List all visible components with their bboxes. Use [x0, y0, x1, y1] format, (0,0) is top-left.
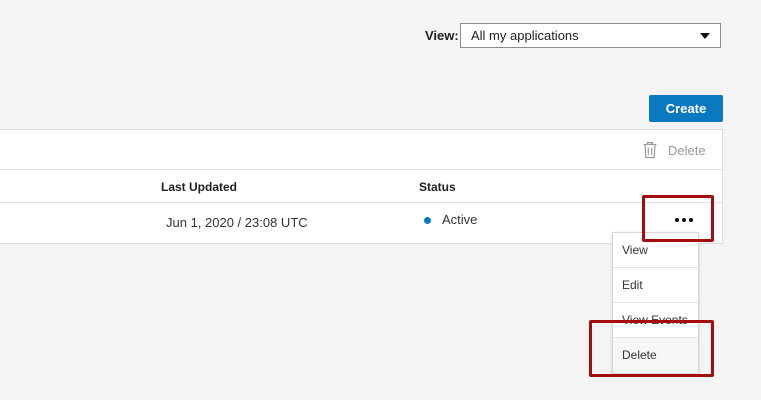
- cell-last-updated: Jun 1, 2020 / 23:08 UTC: [166, 215, 308, 230]
- trash-icon: [643, 142, 657, 159]
- status-active-dot-icon: [424, 217, 431, 224]
- create-button[interactable]: Create: [649, 95, 723, 122]
- table-toolbar: Delete: [0, 130, 722, 170]
- column-header-status[interactable]: Status: [419, 180, 456, 194]
- menu-item-view-events[interactable]: View Events: [613, 303, 698, 338]
- column-header-last-updated[interactable]: Last Updated: [161, 180, 237, 194]
- table-header: Last Updated Status: [0, 170, 722, 203]
- more-actions-button[interactable]: [669, 209, 699, 231]
- toolbar-delete-button[interactable]: Delete: [642, 140, 706, 160]
- view-filter-label: View:: [425, 28, 459, 43]
- more-horizontal-icon: [675, 218, 679, 222]
- applications-table: Delete Last Updated Status Jun 1, 2020 /…: [0, 129, 723, 244]
- row-actions-menu: View Edit View Events Delete: [612, 232, 699, 374]
- menu-item-view[interactable]: View: [613, 233, 698, 268]
- caret-down-icon: [700, 33, 710, 39]
- menu-item-delete[interactable]: Delete: [613, 338, 698, 373]
- menu-item-edit[interactable]: Edit: [613, 268, 698, 303]
- toolbar-delete-label: Delete: [668, 142, 706, 158]
- view-filter-select[interactable]: All my applications: [460, 23, 721, 48]
- cell-status: Active: [442, 212, 478, 227]
- view-filter-value: All my applications: [471, 28, 579, 43]
